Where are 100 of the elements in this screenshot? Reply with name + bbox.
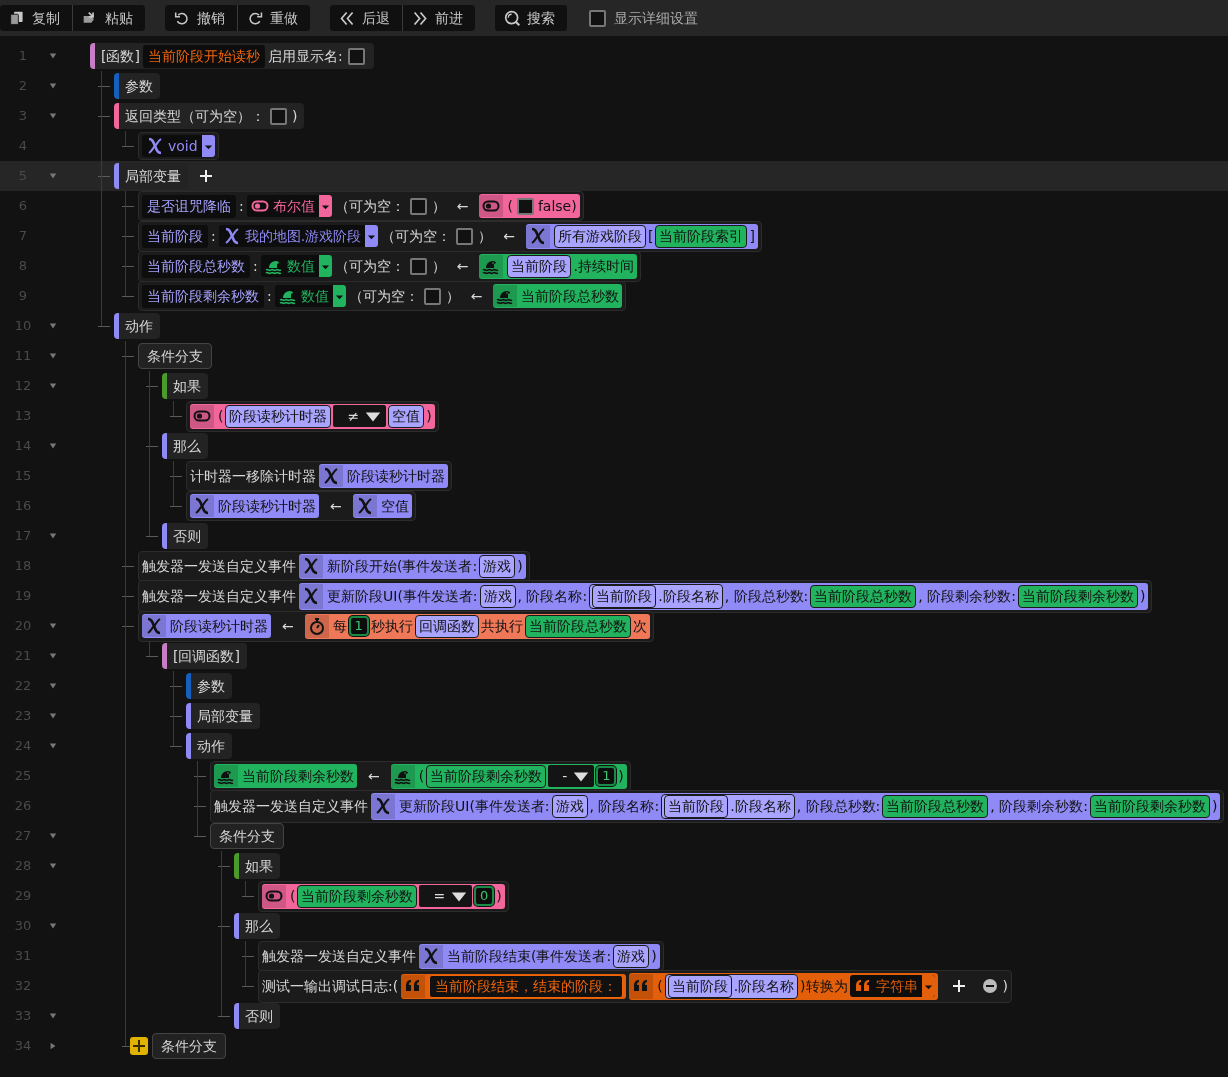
type-dropdown[interactable]: 布尔值	[246, 195, 332, 217]
tree-row[interactable]: 20 阶段读秒计时器 ← 每 1 秒执行 回调函数 共执行 当前阶段总秒数 次	[0, 611, 1228, 641]
number-field[interactable]: 1	[596, 766, 617, 786]
reference-chip[interactable]: 当前阶段剩余秒数	[297, 884, 418, 908]
type-dropdown[interactable]: void	[142, 135, 215, 157]
tree-row[interactable]: 30 那么	[0, 911, 1228, 941]
section-header[interactable]: 条件分支	[210, 823, 284, 849]
expand-toggle-icon[interactable]	[49, 532, 57, 540]
section-header[interactable]: 局部变量	[114, 163, 188, 189]
tree-row[interactable]: 11 条件分支	[0, 341, 1228, 371]
tree-row[interactable]: 17 否则	[0, 521, 1228, 551]
reference-chip[interactable]: 所有游戏阶段	[553, 224, 646, 248]
reference-chip[interactable]: 游戏	[479, 554, 516, 578]
tree-row[interactable]: 22 参数	[0, 671, 1228, 701]
tree-row[interactable]: 1 [函数] 当前阶段开始读秒 启用显示名:	[0, 41, 1228, 71]
tree-row[interactable]: 26 触发器一发送自定义事件 更新阶段UI(事件发送者: 游戏 , 阶段名称: 当前阶段 .阶段名称 , 阶段总秒数: 当前阶段总秒数 , 阶段剩余秒数: 当前阶段剩余秒数 )	[0, 791, 1228, 821]
tree-row[interactable]: 21 [回调函数]	[0, 641, 1228, 671]
reference-chip[interactable]: 回调函数	[414, 614, 479, 638]
tree-row[interactable]: 31 触发器一发送自定义事件 当前阶段结束(事件发送者: 游戏 )	[0, 941, 1228, 971]
tree-row[interactable]: 16 阶段读秒计时器 ← 空值	[0, 491, 1228, 521]
type-dropdown[interactable]: 字符串	[849, 975, 935, 997]
reference-chip[interactable]: 空值	[388, 404, 425, 428]
checkbox[interactable]	[347, 47, 365, 65]
tree-row[interactable]: 33 否则	[0, 1001, 1228, 1031]
tree-row[interactable]: 15 计时器一移除计时器 阶段读秒计时器	[0, 461, 1228, 491]
expand-toggle-icon[interactable]	[49, 622, 57, 630]
expand-toggle-icon[interactable]	[49, 382, 57, 390]
section-header[interactable]: 参数	[186, 673, 232, 699]
reference-chip[interactable]: 当前阶段总秒数	[524, 614, 631, 638]
string-field[interactable]: 当前阶段结束，结束的阶段：	[429, 974, 624, 998]
reference-chip[interactable]: 当前阶段 .阶段名称	[661, 793, 795, 819]
toolbar-button[interactable]: 撤销	[165, 5, 237, 31]
type-dropdown[interactable]: 数值	[274, 285, 346, 307]
tree-row[interactable]: 14 那么	[0, 431, 1228, 461]
expand-toggle-icon[interactable]	[49, 832, 57, 840]
tree-row[interactable]: 28 如果	[0, 851, 1228, 881]
expand-toggle-icon[interactable]	[49, 742, 57, 750]
reference-chip[interactable]: 当前阶段剩余秒数	[426, 764, 547, 788]
expand-toggle-icon[interactable]	[49, 712, 57, 720]
expand-toggle-icon[interactable]	[49, 172, 57, 180]
reference-chip[interactable]: 当前阶段	[664, 794, 729, 818]
section-header[interactable]: 如果	[162, 373, 208, 399]
type-dropdown[interactable]: 我的地图.游戏阶段	[218, 225, 379, 247]
reference-chip[interactable]: 当前阶段总秒数	[882, 794, 989, 818]
section-header[interactable]: [回调函数]	[162, 643, 247, 669]
number-field[interactable]: 0	[474, 886, 495, 906]
checkbox[interactable]	[516, 197, 534, 215]
tree-row[interactable]: 3 返回类型（可为空）： )	[0, 101, 1228, 131]
tree-row[interactable]: 23 局部变量	[0, 701, 1228, 731]
add-icon[interactable]	[130, 1037, 148, 1055]
tree-row[interactable]: 24 动作	[0, 731, 1228, 761]
section-header[interactable]: 那么	[162, 433, 208, 459]
toolbar-button[interactable]: 重做	[238, 5, 310, 31]
tree-row[interactable]: 12 如果	[0, 371, 1228, 401]
reference-chip[interactable]: 当前阶段索引	[655, 224, 748, 248]
reference-chip[interactable]: 游戏	[551, 794, 588, 818]
reference-chip[interactable]: 当前阶段	[507, 254, 572, 278]
tree-row[interactable]: 6 是否诅咒降临 : 布尔值 （可为空： ） ← ( false)	[0, 191, 1228, 221]
tree-row[interactable]: 32 测试一输出调试日志:( 当前阶段结束，结束的阶段： ( 当前阶段 .阶段名称 )转换为 字符串 )	[0, 971, 1228, 1001]
operator-dropdown[interactable]: =	[419, 885, 473, 907]
reference-chip[interactable]: 当前阶段 .阶段名称	[664, 973, 799, 999]
section-header[interactable]: 条件分支	[138, 343, 212, 369]
expand-toggle-icon[interactable]	[49, 322, 57, 330]
tree-row[interactable]: 19 触发器一发送自定义事件 更新阶段UI(事件发送者: 游戏 , 阶段名称: 当前阶段 .阶段名称 , 阶段总秒数: 当前阶段总秒数 , 阶段剩余秒数: 当前阶段剩余秒数 )	[0, 581, 1228, 611]
tree-row[interactable]: 9 当前阶段剩余秒数 : 数值 （可为空： ） ← 当前阶段总秒数	[0, 281, 1228, 311]
toolbar-button[interactable]: 搜索	[495, 5, 567, 31]
tree-row[interactable]: 8 当前阶段总秒数 : 数值 （可为空： ） ← 当前阶段 .持续时间	[0, 251, 1228, 281]
reference-chip[interactable]: 游戏	[613, 944, 650, 968]
operator-dropdown[interactable]: -	[548, 765, 595, 787]
reference-chip[interactable]: 阶段读秒计时器	[225, 404, 332, 428]
tree-row[interactable]: 25 当前阶段剩余秒数 ← ( 当前阶段剩余秒数 - 1 )	[0, 761, 1228, 791]
checkbox[interactable]	[589, 9, 606, 27]
toolbar-button[interactable]: 复制	[0, 5, 72, 31]
type-dropdown[interactable]: 数值	[260, 255, 332, 277]
expand-toggle-icon[interactable]	[49, 52, 57, 60]
reference-chip[interactable]: 当前阶段剩余秒数	[1017, 584, 1138, 608]
section-header[interactable]: 参数	[114, 73, 160, 99]
minus-icon[interactable]	[981, 978, 998, 994]
tree-row[interactable]: 18 触发器一发送自定义事件 新阶段开始(事件发送者: 游戏 )	[0, 551, 1228, 581]
reference-chip[interactable]: 当前阶段	[592, 584, 657, 608]
expand-toggle-icon[interactable]	[49, 862, 57, 870]
checkbox[interactable]	[409, 257, 427, 275]
toolbar-button[interactable]: 后退	[330, 5, 402, 31]
expand-toggle-icon[interactable]	[49, 652, 57, 660]
section-header[interactable]: 那么	[234, 913, 280, 939]
tree-row[interactable]: 29 ( 当前阶段剩余秒数 = 0 )	[0, 881, 1228, 911]
expand-toggle-icon[interactable]	[49, 352, 57, 360]
checkbox[interactable]	[270, 107, 287, 125]
tree-row[interactable]: 10 动作	[0, 311, 1228, 341]
operator-dropdown[interactable]: ≠	[333, 405, 387, 427]
checkbox[interactable]	[423, 287, 441, 305]
section-header[interactable]: 返回类型（可为空）： )	[114, 103, 305, 129]
expand-toggle-icon[interactable]	[49, 682, 57, 690]
tree-row[interactable]: 7 当前阶段 : 我的地图.游戏阶段 （可为空： ） ← 所有游戏阶段 [ 当前阶段索引 ]	[0, 221, 1228, 251]
tree-row[interactable]: 2 参数	[0, 71, 1228, 101]
section-header[interactable]: 局部变量	[186, 703, 260, 729]
tree-row[interactable]: 13 ( 阶段读秒计时器 ≠ 空值 )	[0, 401, 1228, 431]
expand-toggle-icon[interactable]	[49, 82, 57, 90]
section-header[interactable]: 条件分支	[152, 1033, 226, 1059]
expand-toggle-icon[interactable]	[49, 1042, 57, 1050]
